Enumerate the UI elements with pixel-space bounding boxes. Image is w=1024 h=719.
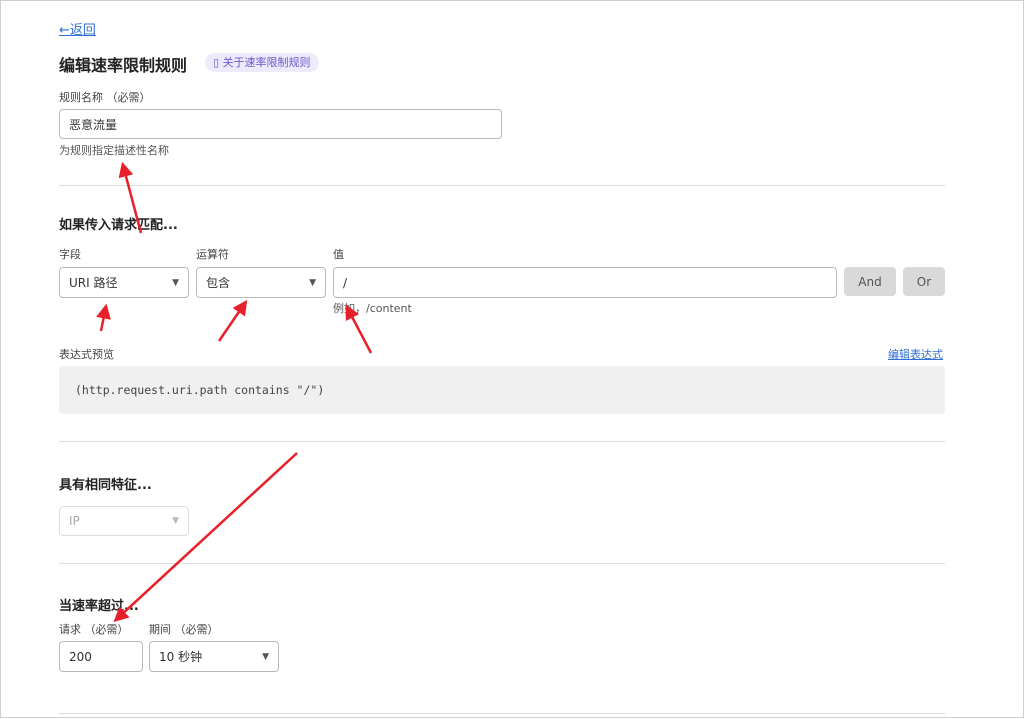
- period-select[interactable]: 10 秒钟 ▼: [149, 641, 279, 672]
- preview-label: 表达式预览: [59, 346, 114, 362]
- rule-name-value: 恶意流量: [69, 116, 117, 133]
- caret-down-icon: ▼: [172, 516, 179, 526]
- caret-down-icon: ▼: [262, 652, 269, 662]
- divider: [59, 563, 945, 564]
- value-input-value: /: [343, 276, 347, 290]
- divider: [59, 713, 945, 714]
- operator-label: 运算符: [196, 246, 229, 262]
- annotation-arrow: [349, 311, 371, 353]
- rule-name-input[interactable]: 恶意流量: [59, 109, 502, 139]
- back-link[interactable]: ←返回: [59, 19, 96, 38]
- divider: [59, 441, 945, 442]
- help-badge-link[interactable]: ▯ 关于速率限制规则: [205, 53, 319, 72]
- caret-down-icon: ▼: [309, 278, 316, 288]
- operator-select-value: 包含: [206, 274, 230, 291]
- or-button[interactable]: Or: [903, 267, 945, 296]
- rate-heading: 当速率超过...: [59, 595, 139, 614]
- caret-down-icon: ▼: [172, 278, 179, 288]
- period-value: 10 秒钟: [159, 648, 202, 665]
- characteristics-heading: 具有相同特征...: [59, 474, 152, 493]
- value-input[interactable]: /: [333, 267, 837, 298]
- characteristics-select: IP ▼: [59, 506, 189, 536]
- field-label: 字段: [59, 246, 81, 262]
- requests-input[interactable]: 200: [59, 641, 143, 672]
- field-select[interactable]: URI 路径 ▼: [59, 267, 189, 298]
- field-select-value: URI 路径: [69, 274, 117, 291]
- operator-select[interactable]: 包含 ▼: [196, 267, 326, 298]
- value-hint: 例如，/content: [333, 300, 412, 316]
- annotation-arrow: [101, 311, 105, 331]
- expression-preview: (http.request.uri.path contains "/"): [59, 366, 945, 414]
- help-badge-label: 关于速率限制规则: [223, 56, 311, 69]
- requests-value: 200: [69, 650, 92, 664]
- page-title: 编辑速率限制规则: [59, 52, 187, 76]
- divider: [59, 185, 945, 186]
- match-heading: 如果传入请求匹配...: [59, 214, 178, 233]
- and-button[interactable]: And: [844, 267, 896, 296]
- annotation-arrow: [219, 306, 243, 341]
- requests-label: 请求 （必需）: [59, 621, 129, 637]
- characteristics-value: IP: [69, 514, 80, 528]
- book-icon: ▯: [213, 56, 223, 69]
- edit-expression-link[interactable]: 编辑表达式: [888, 346, 943, 362]
- rule-name-hint: 为规则指定描述性名称: [59, 142, 169, 158]
- rule-name-label: 规则名称 （必需）: [59, 89, 151, 105]
- period-label: 期间 （必需）: [149, 621, 219, 637]
- value-label: 值: [333, 246, 344, 262]
